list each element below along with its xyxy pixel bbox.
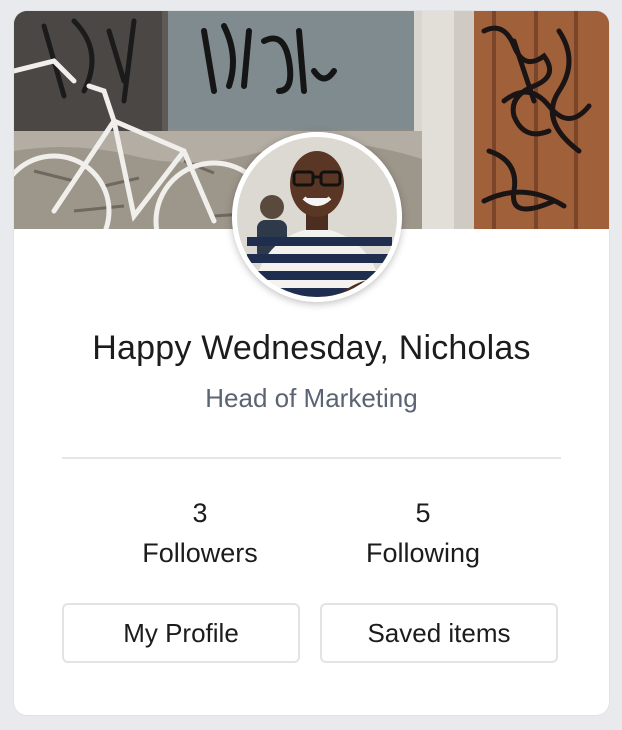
my-profile-button[interactable]: My Profile <box>62 603 300 663</box>
divider <box>62 457 561 459</box>
followers-count: 3 <box>192 498 208 528</box>
profile-card: Happy Wednesday, Nicholas Head of Market… <box>14 11 609 715</box>
greeting-heading: Happy Wednesday, Nicholas <box>92 329 531 367</box>
job-title: Head of Marketing <box>205 383 418 413</box>
followers-label: Followers <box>142 538 258 568</box>
following-stat[interactable]: 5 Following <box>323 497 523 569</box>
avatar <box>232 132 402 302</box>
following-count: 5 <box>415 498 431 528</box>
following-label: Following <box>365 538 481 568</box>
followers-stat[interactable]: 3 Followers <box>100 497 300 569</box>
saved-items-button[interactable]: Saved items <box>320 603 558 663</box>
